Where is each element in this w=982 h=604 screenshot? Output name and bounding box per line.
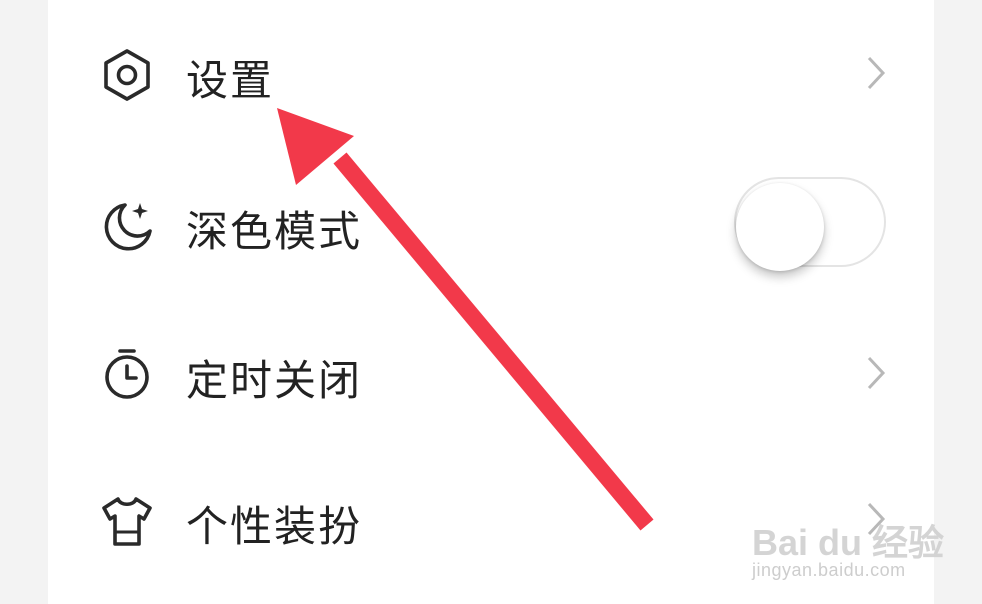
baidu-jingyan-watermark: Bai du 经验 jingyan.baidu.com [752, 494, 982, 598]
menu-item-sleep-timer[interactable]: 定时关闭 [48, 300, 934, 450]
chevron-right-icon [862, 53, 890, 93]
tshirt-icon [98, 492, 156, 550]
page: 设置 深色模式 定时关闭 个性装扮 Bai du 经验 jingyan.baid… [0, 0, 982, 604]
timer-icon [98, 345, 156, 403]
watermark-main: Bai du 经验 [752, 522, 945, 563]
menu-item-settings[interactable]: 设置 [48, 0, 934, 150]
toggle-knob [736, 183, 824, 271]
chevron-right-icon [862, 353, 890, 393]
menu-item-label: 深色模式 [186, 207, 363, 256]
watermark-url: jingyan.baidu.com [752, 560, 906, 580]
settings-hexagon-icon [98, 46, 156, 104]
menu-item-label: 设置 [186, 56, 275, 105]
menu-item-label: 个性装扮 [186, 502, 363, 551]
dark-mode-toggle[interactable] [734, 177, 886, 271]
menu-item-dark-mode[interactable]: 深色模式 [48, 150, 934, 300]
moon-stars-icon [98, 197, 156, 255]
menu-item-label: 定时关闭 [186, 356, 363, 405]
